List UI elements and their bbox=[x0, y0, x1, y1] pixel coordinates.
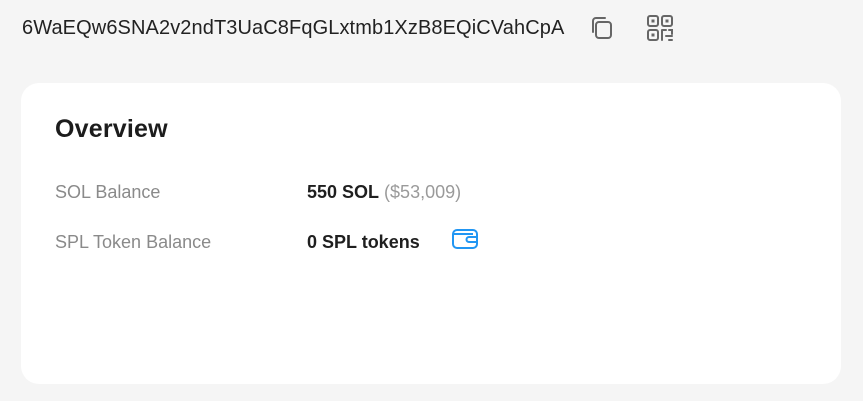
copy-icon bbox=[592, 17, 613, 39]
sol-balance-row: SOL Balance 550 SOL ($53,009) bbox=[55, 179, 461, 205]
wallet-address: 6WaEQw6SNA2v2ndT3UaC8FqGLxtmb1XzB8EQiCVa… bbox=[22, 16, 565, 39]
copy-address-button[interactable] bbox=[586, 12, 618, 44]
wallet-icon bbox=[451, 229, 478, 249]
qr-code-button[interactable] bbox=[644, 12, 676, 44]
sol-balance-value: 550 SOL bbox=[307, 181, 380, 202]
spl-balance-row: SPL Token Balance 0 SPL tokens bbox=[55, 229, 480, 255]
qr-code-icon bbox=[647, 15, 674, 41]
sol-balance-label: SOL Balance bbox=[55, 181, 161, 202]
spl-balance-label: SPL Token Balance bbox=[55, 231, 212, 252]
spl-tokens-wallet-button[interactable] bbox=[450, 226, 480, 252]
sol-balance-usd: ($53,009) bbox=[384, 181, 462, 202]
overview-card: Overview SOL Balance 550 SOL ($53,009) S… bbox=[21, 83, 841, 384]
overview-title: Overview bbox=[55, 115, 168, 143]
spl-balance-value: 0 SPL tokens bbox=[307, 231, 420, 252]
address-bar: 6WaEQw6SNA2v2ndT3UaC8FqGLxtmb1XzB8EQiCVa… bbox=[22, 10, 676, 46]
